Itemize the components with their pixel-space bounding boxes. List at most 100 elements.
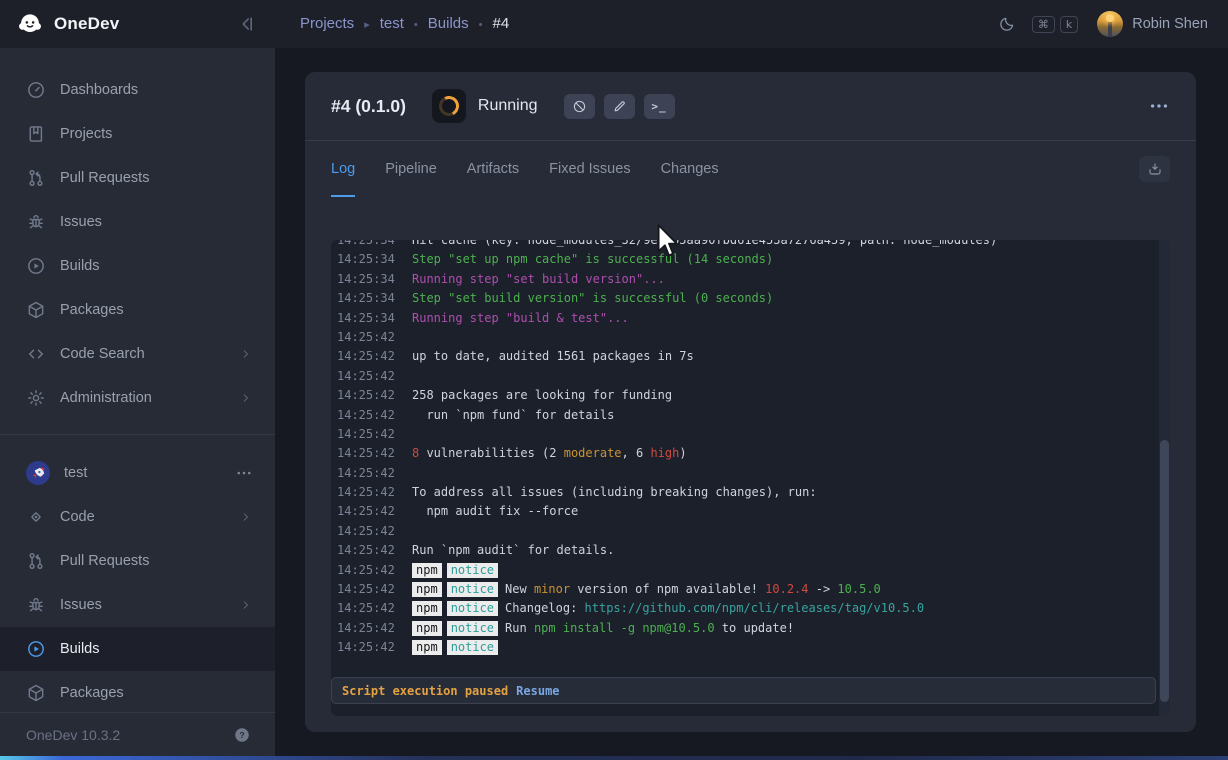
notice-badge: notice: [447, 640, 498, 655]
log-line: 14:25:34Hit cache (key: node_modules_32/…: [337, 240, 1154, 250]
log-text: https://github.com/npm/cli/releases/tag/…: [585, 601, 925, 615]
log-scrollbar-track[interactable]: [1159, 240, 1170, 716]
log-timestamp: 14:25:42: [337, 367, 395, 386]
notice-badge: notice: [447, 601, 498, 616]
build-card: #4 (0.1.0) Running >_ Log Pipeline Artifac…: [305, 72, 1196, 732]
onedev-build-page: OneDev DashboardsProjectsPull RequestsIs…: [0, 0, 1228, 760]
log-text: ): [679, 446, 686, 460]
log-timestamp: 14:25:42: [337, 425, 395, 444]
notice-badge: notice: [447, 621, 498, 636]
log-lines: 14:25:34 Hit cache (key: node_modules_32/…: [337, 240, 1154, 658]
log-text: version of npm available!: [570, 582, 765, 596]
gear-icon: [26, 388, 46, 408]
npm-badge: npm: [412, 563, 442, 578]
collapse-sidebar-icon[interactable]: [237, 14, 257, 34]
resume-link[interactable]: Resume: [516, 684, 559, 698]
package-icon: [26, 300, 46, 320]
log-text: 10.5.0: [837, 582, 880, 596]
sidebar-item-projects[interactable]: Projects: [0, 112, 275, 156]
sidebar-item-pull-requests[interactable]: Pull Requests: [0, 539, 275, 583]
log-line: 14:25:34Step "set build version" is succ…: [337, 289, 1154, 308]
log-line: 14:25:42npmnoticeChangelog: https://gith…: [337, 599, 1154, 618]
sidebar-item-builds[interactable]: Builds: [0, 627, 275, 671]
log-line: 14:25:34 Step "set up npm cache" is succe…: [337, 250, 1154, 269]
user-menu[interactable]: Robin Shen: [1097, 11, 1208, 37]
cancel-build-button[interactable]: [564, 94, 595, 119]
breadcrumb-item-Builds[interactable]: Builds: [428, 15, 469, 32]
npm-badge: npm: [412, 582, 442, 597]
log-line: 14:25:42To address all issues (including…: [337, 483, 1154, 502]
sidebar-item-issues[interactable]: Issues: [0, 583, 275, 627]
shortcut-cmd-key[interactable]: ⌘: [1032, 16, 1055, 33]
shortcut-k-key[interactable]: k: [1060, 16, 1078, 33]
help-icon[interactable]: ?: [233, 726, 251, 744]
log-line: 14:25:42258 packages are looking for fun…: [337, 386, 1154, 405]
log-text: ->: [809, 582, 838, 596]
sidebar-item-packages[interactable]: Packages: [0, 288, 275, 332]
log-line: 14:25:42 npm audit fix --force: [337, 502, 1154, 521]
breadcrumb-separator: •: [479, 19, 483, 31]
app-version: OneDev 10.3.2: [26, 727, 120, 743]
project-more-icon[interactable]: [235, 464, 253, 482]
log-text: moderate: [564, 446, 622, 460]
log-text: Hit cache (key: node_modules_32/9e2405aa…: [412, 240, 997, 247]
sidebar-item-label: Builds: [60, 258, 100, 274]
log-line: 14:25:42npmnotice: [337, 638, 1154, 657]
sidebar-item-code-search[interactable]: Code Search: [0, 332, 275, 376]
tab-pipeline[interactable]: Pipeline: [385, 141, 437, 197]
sidebar-item-administration[interactable]: Administration: [0, 376, 275, 420]
log-line: 14:25:42: [337, 367, 1154, 386]
log-text: Run `npm audit` for details.: [412, 543, 614, 557]
sidebar-project-row[interactable]: test: [0, 451, 275, 495]
sidebar-item-packages[interactable]: Packages: [0, 671, 275, 715]
projects-icon: [26, 124, 46, 144]
sidebar-footer: OneDev 10.3.2 ?: [0, 712, 275, 756]
log-timestamp: 14:25:42: [337, 464, 395, 483]
log-line: 14:25:42: [337, 522, 1154, 541]
onedev-logo-icon: [16, 10, 44, 38]
sidebar-item-dashboards[interactable]: Dashboards: [0, 68, 275, 112]
log-line: 14:25:428 vulnerabilities (2 moderate, 6…: [337, 444, 1154, 463]
log-timestamp: 14:25:34: [337, 309, 395, 328]
tab-fixed-issues[interactable]: Fixed Issues: [549, 141, 630, 197]
app-name: OneDev: [54, 14, 119, 34]
terminal-icon: >_: [651, 100, 666, 113]
play-circle-icon: [26, 256, 46, 276]
chevron-right-icon: [239, 347, 253, 361]
log-text: npm audit fix --force: [412, 504, 578, 518]
project-name: test: [64, 465, 87, 481]
log-text: Running step "build & test"...: [412, 311, 629, 325]
dark-mode-toggle-icon[interactable]: [998, 15, 1016, 33]
log-line: 14:25:42up to date, audited 1561 package…: [337, 347, 1154, 366]
tab-log[interactable]: Log: [331, 141, 355, 197]
sidebar-item-label: Pull Requests: [60, 553, 149, 569]
sidebar-item-builds[interactable]: Builds: [0, 244, 275, 288]
topbar-right: ⌘ k Robin Shen: [998, 11, 1208, 37]
tab-artifacts[interactable]: Artifacts: [467, 141, 519, 197]
sidebar-item-label: Code Search: [60, 346, 145, 362]
log-timestamp: 14:25:42: [337, 328, 395, 347]
sidebar-item-issues[interactable]: Issues: [0, 200, 275, 244]
edit-build-button[interactable]: [604, 94, 635, 119]
breadcrumb-separator: •: [414, 19, 418, 31]
breadcrumb: Projects▸test•Builds•#4: [300, 15, 509, 33]
web-terminal-button[interactable]: >_: [644, 94, 675, 119]
sidebar-item-pull-requests[interactable]: Pull Requests: [0, 156, 275, 200]
more-options-icon[interactable]: [1148, 95, 1170, 117]
log-line: 14:25:42npmnoticeRun npm install -g npm@…: [337, 619, 1154, 638]
download-log-button[interactable]: [1139, 156, 1170, 182]
chevron-right-icon: [239, 510, 253, 524]
running-spinner-icon: [432, 89, 466, 123]
page-progress-strip: [0, 756, 1228, 760]
log-text: Step "set up npm cache" is successful (1…: [412, 252, 773, 266]
breadcrumb-item-test[interactable]: test: [380, 15, 404, 32]
sidebar-item-code[interactable]: Code: [0, 495, 275, 539]
breadcrumb-item-Projects[interactable]: Projects: [300, 15, 354, 32]
tab-changes[interactable]: Changes: [661, 141, 719, 197]
log-text: , 6: [622, 446, 651, 460]
log-scrollbar-thumb[interactable]: [1160, 440, 1169, 702]
log-timestamp: 14:25:34: [337, 250, 395, 269]
build-card-header: #4 (0.1.0) Running >_: [305, 72, 1196, 140]
edit-icon: [612, 99, 627, 114]
log-line: 14:25:42npmnotice: [337, 561, 1154, 580]
